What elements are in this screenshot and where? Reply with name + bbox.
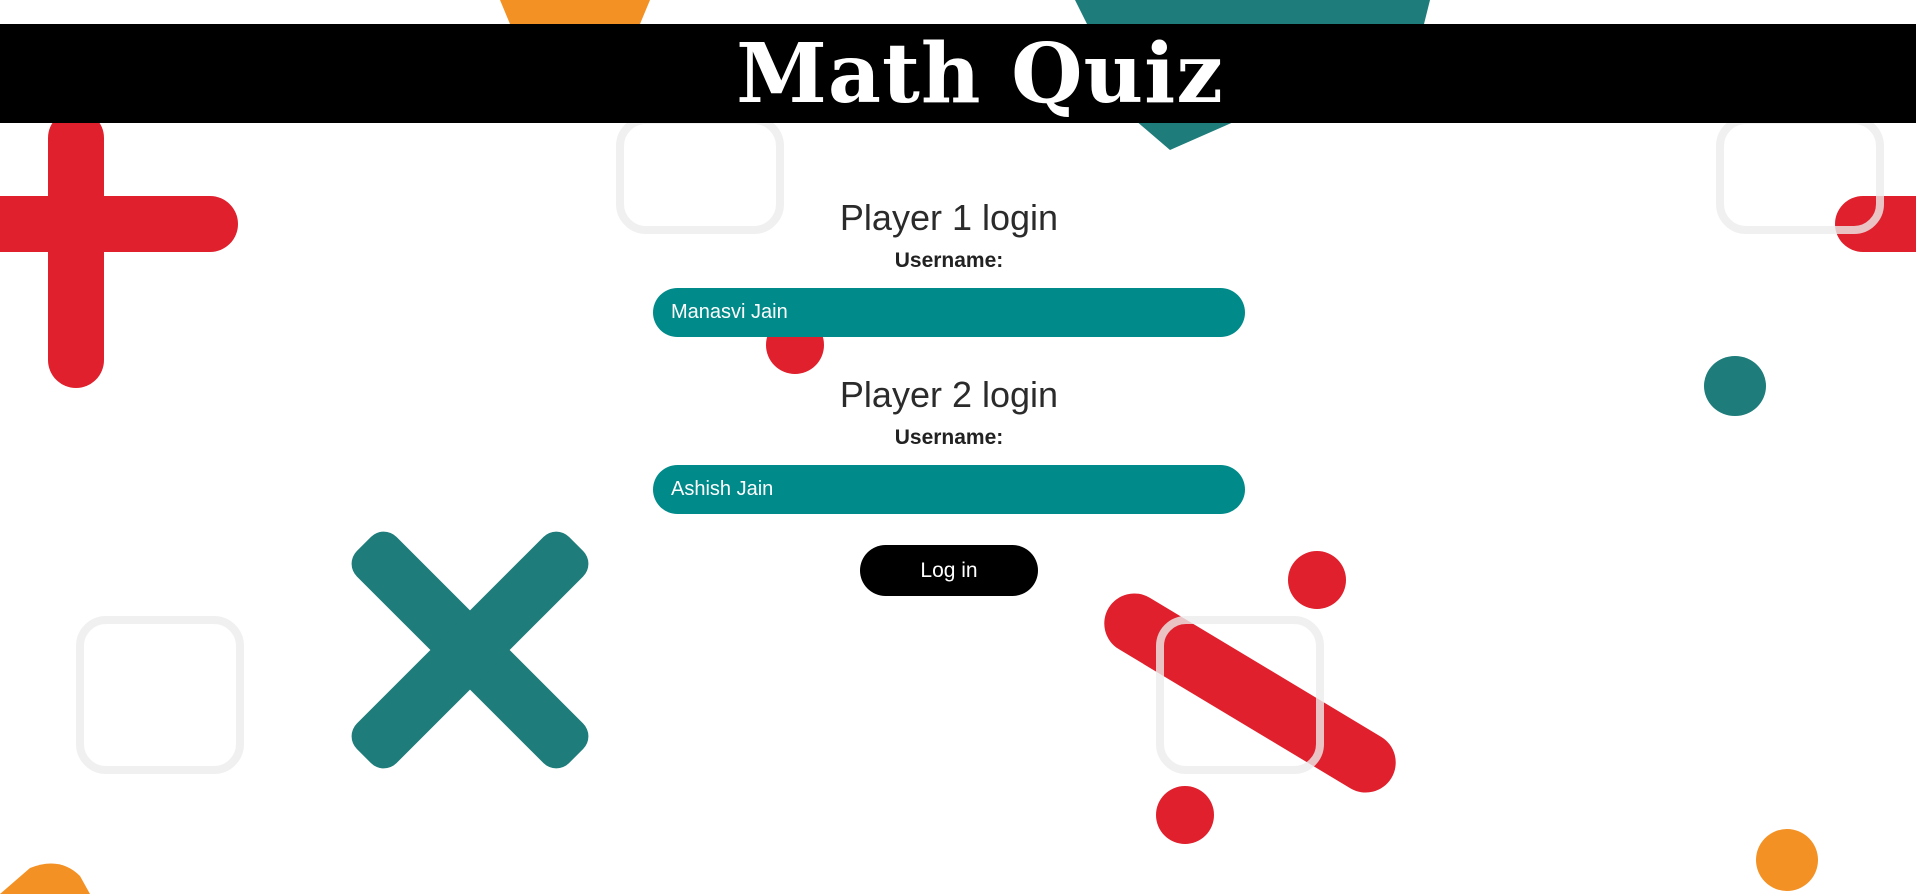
player-2-section: Player 2 login Username: (653, 367, 1245, 514)
player-1-heading: Player 1 login (839, 197, 1059, 238)
multiply-icon (351, 531, 589, 769)
teal-dot-shape (1704, 356, 1766, 416)
math-quiz-page: Math Quiz Player 1 login Username: Playe… (0, 0, 1916, 894)
player-1-section: Player 1 login Username: (653, 190, 1245, 337)
page-title: Math Quiz (736, 25, 1224, 122)
header-bar: Math Quiz (0, 24, 1916, 123)
orange-shape-top (500, 0, 650, 24)
login-button[interactable]: Log in (860, 545, 1038, 596)
player-2-username-label: Username: (894, 426, 1004, 449)
login-form: Player 1 login Username: Player 2 login … (653, 190, 1245, 596)
orange-shape-bottom-left (0, 863, 90, 894)
plus-icon (0, 110, 238, 388)
orange-dot-bottom-right (1756, 829, 1818, 891)
player-1-username-label: Username: (894, 249, 1004, 272)
player-1-username-input[interactable] (653, 288, 1245, 337)
player-2-username-input[interactable] (653, 465, 1245, 514)
player-2-heading: Player 2 login (839, 374, 1059, 415)
